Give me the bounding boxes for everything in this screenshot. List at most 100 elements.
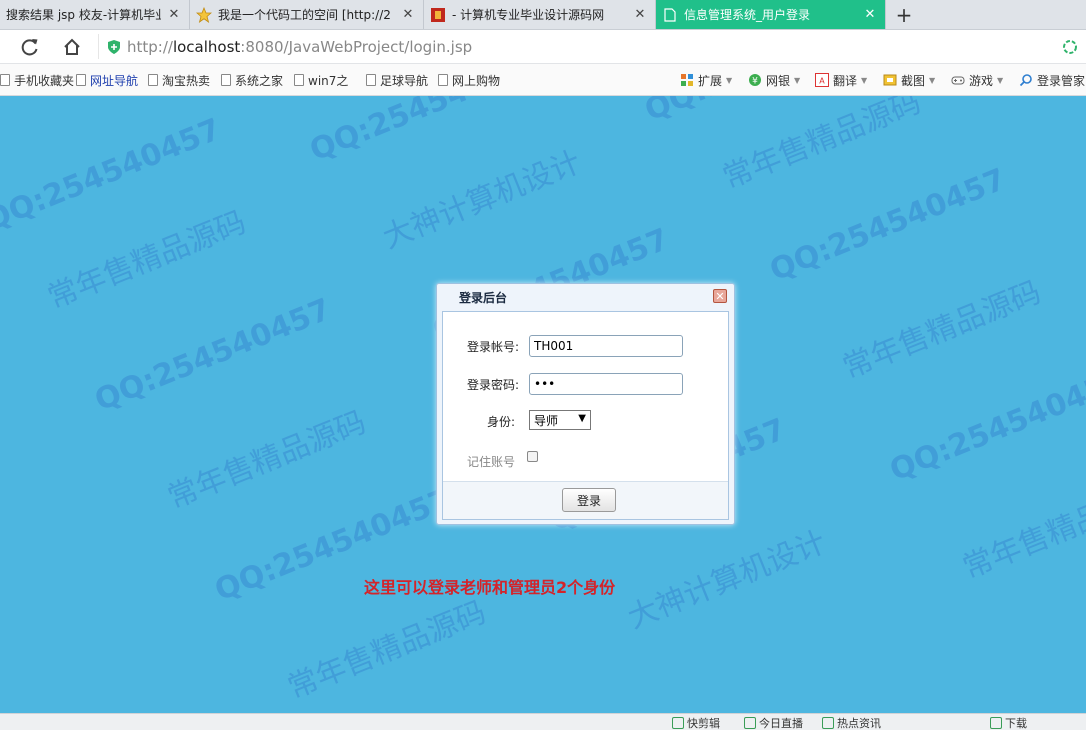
bookmark-label: 淘宝热卖: [162, 73, 211, 88]
status-item[interactable]: 下载: [990, 716, 1027, 730]
reload-button[interactable]: [18, 35, 42, 59]
browser-tab-3[interactable]: - 计算机专业毕业设计源码网 ✕: [424, 0, 656, 29]
tab-title: 信息管理系统_用户登录: [684, 8, 811, 22]
browser-tab-2[interactable]: 我是一个代码工的空间 [http://2 ✕: [190, 0, 424, 29]
page-icon: [221, 74, 231, 86]
login-dialog: 登录后台 ✕ 登录帐号: 登录密码: ••• 身份: 导师 ▼ 记住账号 登录: [436, 283, 735, 525]
watermark-qq: QQ:254540457: [90, 292, 336, 419]
url-field[interactable]: http://localhost:8080/JavaWebProject/log…: [98, 34, 1058, 59]
dialog-footer: 登录: [443, 481, 728, 519]
bookmark-item[interactable]: 足球导航: [366, 71, 428, 89]
bookmark-label: 手机收藏夹: [14, 73, 75, 88]
watermark-qq: QQ:254540457: [0, 112, 226, 239]
remember-label: 记住账号: [467, 455, 516, 469]
browser-tab-active[interactable]: 信息管理系统_用户登录 ✕: [656, 0, 886, 29]
login-button[interactable]: 登录: [562, 488, 616, 512]
bookmark-item[interactable]: 网址导航: [76, 71, 138, 89]
page-icon: [76, 74, 86, 86]
gamepad-icon: [951, 73, 965, 87]
login-manager-label: 登录管家: [1037, 73, 1086, 88]
role-label: 身份:: [487, 415, 516, 429]
watermark-sale: 常年售精品源码: [717, 96, 926, 196]
screenshot-menu[interactable]: 截图 ▼: [883, 71, 935, 89]
extensions-menu[interactable]: 扩展 ▼: [680, 71, 732, 89]
chevron-down-icon: ▼: [929, 75, 936, 85]
close-icon[interactable]: ✕: [401, 7, 415, 22]
new-tab-button[interactable]: +: [892, 0, 916, 29]
close-icon[interactable]: ✕: [167, 7, 181, 22]
dialog-title: 登录后台: [459, 291, 508, 305]
extensions-label: 扩展: [698, 73, 723, 88]
close-icon[interactable]: ✕: [713, 289, 727, 303]
watermark-qq: QQ:254540457: [305, 96, 551, 169]
watermark-sale: 常年售精品源码: [837, 274, 1046, 386]
watermark-sale: 常年售精品源码: [162, 404, 371, 516]
address-bar: http://localhost:8080/JavaWebProject/log…: [0, 30, 1086, 64]
bookmark-item[interactable]: 淘宝热卖: [148, 71, 210, 89]
watermark-design: 大神计算机设计: [377, 144, 586, 256]
login-form: 登录帐号: 登录密码: ••• 身份: 导师 ▼ 记住账号 登录: [442, 311, 729, 520]
watermark-sale: 常年售精品源码: [957, 474, 1086, 586]
play-icon: [744, 717, 756, 729]
home-button[interactable]: [60, 35, 84, 59]
page-icon: [662, 7, 678, 23]
grid-icon: [680, 73, 694, 87]
watermark-qq: QQ:254540457: [640, 96, 886, 128]
news-icon: [822, 717, 834, 729]
leaf-icon: [1063, 40, 1077, 54]
star-icon: [196, 6, 212, 23]
tab-title: 我是一个代码工的空间 [http://2: [218, 8, 391, 22]
bookmark-item[interactable]: 手机收藏夹: [0, 71, 74, 89]
browser-tab-1[interactable]: 搜索结果 jsp 校友-计算机毕业设 ✕: [0, 0, 190, 29]
bookmark-label: 网上购物: [452, 73, 501, 88]
status-label: 热点资讯: [837, 717, 881, 730]
chevron-down-icon: ▼: [578, 413, 586, 424]
reload-icon: [21, 39, 38, 56]
status-item[interactable]: 快剪辑: [672, 716, 720, 730]
bookmark-item[interactable]: 网上购物: [438, 71, 500, 89]
close-icon[interactable]: ✕: [863, 7, 877, 22]
games-menu[interactable]: 游戏 ▼: [951, 71, 1003, 89]
role-selected-value: 导师: [534, 413, 559, 428]
status-item[interactable]: 今日直播: [744, 716, 803, 730]
page-icon: [366, 74, 376, 86]
account-input[interactable]: [529, 335, 683, 357]
page-icon: [438, 74, 448, 86]
close-icon[interactable]: ✕: [633, 7, 647, 22]
home-icon: [64, 38, 80, 55]
translate-menu[interactable]: A 翻译 ▼: [815, 71, 867, 89]
translate-label: 翻译: [833, 73, 858, 88]
bookmark-item[interactable]: 系统之家: [221, 71, 283, 89]
account-label: 登录帐号:: [467, 340, 520, 354]
games-label: 游戏: [969, 73, 994, 88]
svg-text:A: A: [819, 77, 825, 86]
download-icon: [990, 717, 1002, 729]
watermark-sale: 常年售精品源码: [42, 204, 251, 316]
chevron-down-icon: ▼: [726, 75, 733, 85]
speed-mode-button[interactable]: [1058, 35, 1082, 59]
site-favicon-icon: [430, 7, 446, 23]
watermark-qq: QQ:254540457: [885, 362, 1086, 489]
password-input[interactable]: •••: [529, 373, 683, 395]
bookmark-label: 网址导航: [90, 73, 139, 88]
bookmark-label: 足球导航: [380, 73, 429, 88]
chevron-down-icon: ▼: [794, 75, 801, 85]
url-path: :8080/JavaWebProject/login.jsp: [240, 37, 473, 56]
password-label: 登录密码:: [467, 378, 520, 392]
chevron-down-icon: ▼: [861, 75, 868, 85]
translate-icon: A: [815, 73, 829, 87]
status-label: 快剪辑: [687, 717, 720, 730]
url-host: localhost: [172, 37, 241, 56]
tab-title: - 计算机专业毕业设计源码网: [452, 8, 605, 22]
notice-text: 这里可以登录老师和管理员2个身份: [364, 578, 616, 597]
role-select[interactable]: 导师 ▼: [529, 410, 591, 430]
login-manager-menu[interactable]: 登录管家: [1019, 71, 1085, 89]
bank-menu[interactable]: ¥ 网银 ▼: [748, 71, 800, 89]
shield-icon: [107, 39, 121, 55]
page-icon: [0, 74, 10, 86]
status-item[interactable]: 热点资讯: [822, 716, 881, 730]
tab-title: 搜索结果 jsp 校友-计算机毕业设: [6, 8, 161, 22]
bookmark-label: win7之: [308, 73, 349, 88]
remember-checkbox[interactable]: [527, 451, 538, 462]
bookmark-item[interactable]: win7之: [294, 71, 348, 89]
